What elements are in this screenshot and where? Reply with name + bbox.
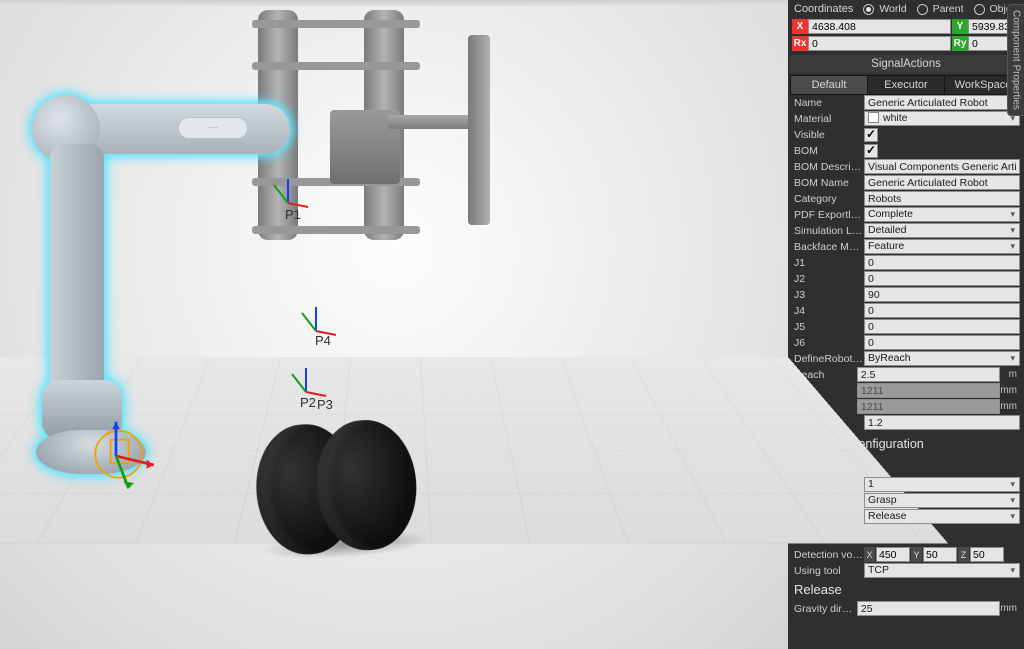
define-robot-size-select[interactable]: ByReach [864,351,1020,366]
onfalse-select[interactable]: Release [864,509,1020,524]
output-select[interactable]: 1 [864,477,1020,492]
j5-input[interactable] [864,319,1020,334]
robot-nameplate: ····· [178,117,248,139]
reach-input[interactable] [857,367,1000,382]
j3-input[interactable] [864,287,1020,302]
point-label-p2: P2 [300,395,316,410]
pdf-exportlevel-select[interactable]: Complete [864,207,1020,222]
tab-default[interactable]: Default [791,76,867,94]
panel-side-tab[interactable]: Component Properties [1007,4,1024,116]
backface-mode-select[interactable]: Feature [864,239,1020,254]
category-input[interactable] [864,191,1020,206]
tab-executor[interactable]: Executor [867,76,944,94]
point-label-p1: P1 [285,207,301,222]
point-label-p3: P3 [317,397,333,412]
coordinates-rxyz: Rx Ry Rz [788,35,1024,52]
x-input[interactable] [808,19,951,34]
detection-y-input[interactable] [923,547,957,562]
rx-label: Rx [792,36,808,51]
bom-checkbox[interactable] [864,144,878,158]
section-signalactions: SignalActions [790,55,1022,73]
name-input[interactable] [864,95,1020,110]
detection-z-input[interactable] [970,547,1004,562]
simulation-level-select[interactable]: Detailed [864,223,1020,238]
l2-input [857,383,1000,398]
x-label: X [792,19,808,34]
release-header: Release [788,579,1024,601]
coordinates-xyz: X Y Z [788,18,1024,35]
tabs: Default Executor WorkSpace [790,75,1022,95]
ry-label: Ry [952,36,968,51]
rx-input[interactable] [808,36,951,51]
properties-panel: Coordinates World Parent Object X Y Z Rx… [788,0,1024,649]
bom-name-input[interactable] [864,175,1020,190]
j1-input[interactable] [864,255,1020,270]
material-select[interactable]: white [864,111,1020,126]
bom-description-input[interactable] [864,159,1020,174]
j6-input[interactable] [864,335,1020,350]
l3-input [857,399,1000,414]
j4-input[interactable] [864,303,1020,318]
gravity-direction-input[interactable] [857,601,1000,616]
point-label-p4: P4 [315,333,331,348]
origin-gizmo[interactable] [80,420,170,510]
coordinates-header: Coordinates World Parent Object [788,0,1024,18]
radio-world[interactable]: World [863,3,906,15]
using-tool-select[interactable]: TCP [864,563,1020,578]
y-label: Y [952,19,968,34]
detection-x-input[interactable] [876,547,910,562]
coordinates-label: Coordinates [794,3,853,15]
ontrue-select[interactable]: Grasp [864,493,1020,508]
j2-input[interactable] [864,271,1020,286]
radio-parent[interactable]: Parent [917,3,964,15]
visible-checkbox[interactable] [864,128,878,142]
3d-viewport[interactable]: ····· P1 P4 P2 P3 [0,0,788,649]
scale-input[interactable] [864,415,1020,430]
